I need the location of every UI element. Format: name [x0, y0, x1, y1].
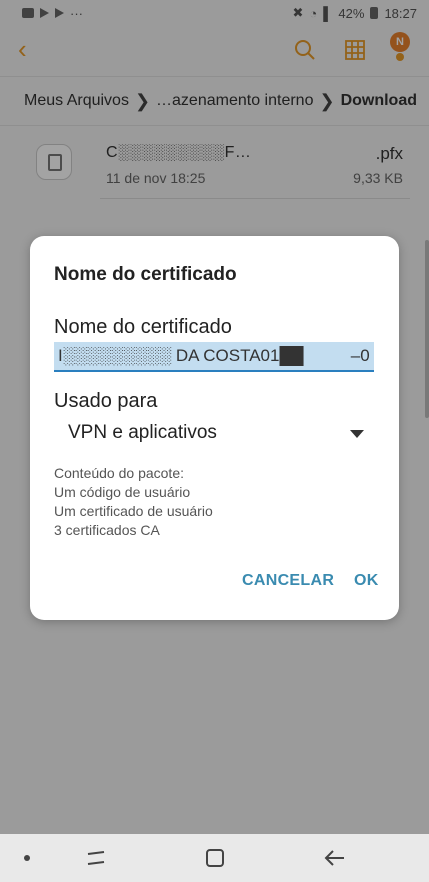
dialog-title: Nome do certificado	[54, 264, 237, 285]
cancel-button[interactable]: CANCELAR	[242, 572, 334, 590]
system-nav-bar	[0, 834, 429, 882]
usage-dropdown[interactable]: VPN e aplicativos	[54, 416, 374, 452]
ok-button[interactable]: OK	[354, 572, 379, 590]
dropdown-caret-icon	[350, 430, 364, 438]
package-item: 3 certificados CA	[54, 522, 160, 538]
certificate-name-dialog: Nome do certificado Nome do certificado …	[30, 236, 399, 620]
package-item: Um certificado de usuário	[54, 503, 213, 519]
usage-label: Usado para	[54, 390, 158, 412]
usage-selected-value: VPN e aplicativos	[68, 422, 217, 443]
certificate-name-label: Nome do certificado	[54, 316, 232, 338]
back-arrow-icon[interactable]	[324, 847, 346, 869]
certificate-name-input[interactable]	[54, 342, 374, 372]
home-button-icon[interactable]	[206, 849, 224, 867]
package-item: Um código de usuário	[54, 484, 191, 500]
package-contents: Conteúdo do pacote: Um código de usuário…	[54, 464, 213, 540]
package-contents-title: Conteúdo do pacote:	[54, 465, 184, 481]
nav-indicator-dot	[24, 855, 30, 861]
recent-apps-icon[interactable]	[86, 850, 106, 866]
